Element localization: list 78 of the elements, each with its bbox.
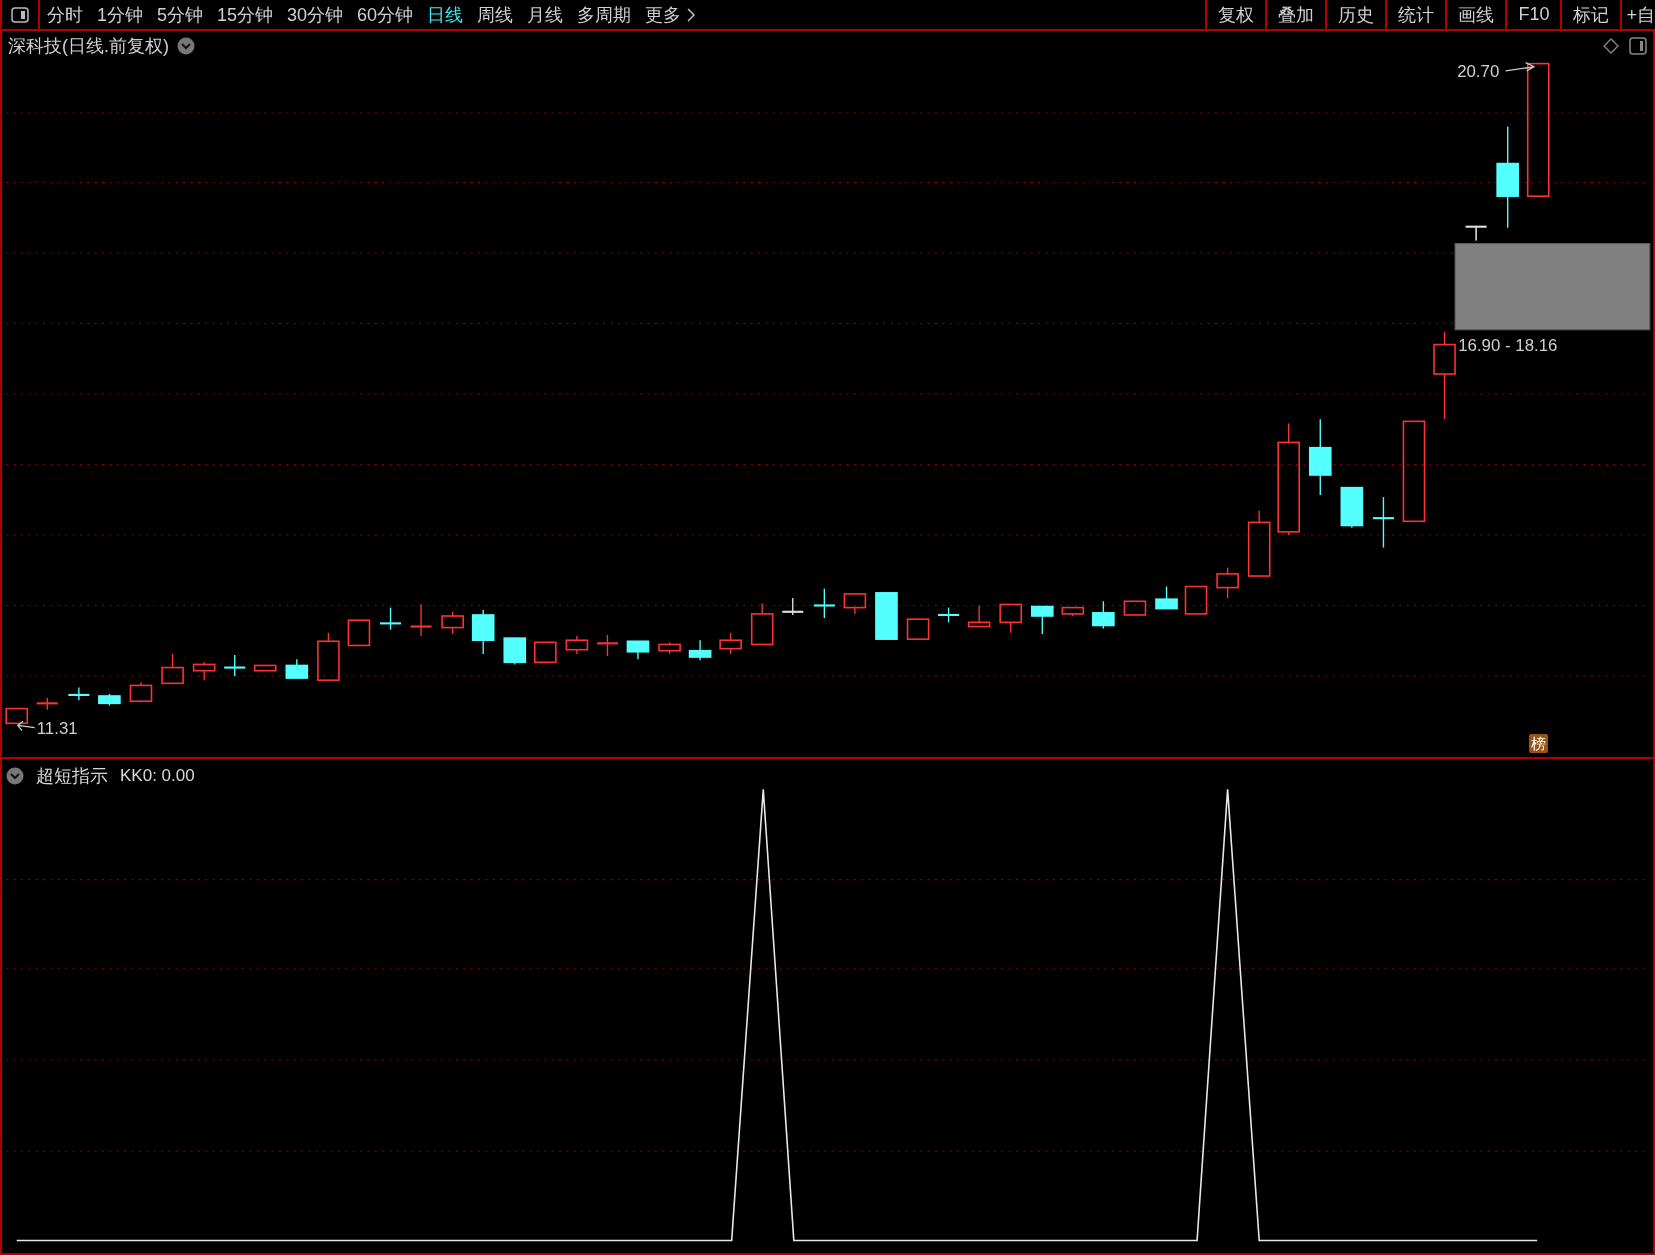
candlestick (192, 661, 216, 681)
candlestick (503, 637, 527, 666)
period-tab[interactable]: 5分钟 (150, 2, 211, 27)
candlestick (967, 604, 991, 628)
toolbar-button[interactable]: 叠加 (1265, 0, 1326, 29)
candlestick (1031, 605, 1054, 635)
period-tab[interactable]: 日线 (420, 2, 471, 27)
candlestick (1123, 600, 1147, 616)
candlestick (596, 634, 618, 657)
candlestick (1340, 486, 1364, 529)
arrow-icon (1504, 61, 1536, 72)
candlestick (1465, 225, 1487, 242)
candlestick (347, 619, 371, 647)
candlestick (938, 606, 960, 623)
candlestick (253, 664, 277, 672)
candlestick (285, 658, 309, 679)
toolbar-button[interactable]: 历史 (1325, 0, 1386, 29)
dropdown-icon[interactable] (177, 37, 195, 55)
candlestick (534, 641, 557, 664)
candlestick (224, 654, 246, 677)
period-tab[interactable]: 30分钟 (280, 2, 351, 27)
candlestick (565, 635, 589, 655)
candlestick (161, 653, 184, 685)
candlestick (1092, 600, 1115, 630)
period-tab[interactable]: 周线 (470, 2, 521, 27)
toolbar-button[interactable]: 复权 (1205, 0, 1266, 29)
period-tab[interactable]: 60分钟 (350, 2, 421, 27)
indicator-name: 超短指示 (36, 765, 108, 788)
candlestick (1216, 566, 1239, 599)
candlestick (719, 632, 742, 655)
more-button[interactable]: 更多 (638, 2, 703, 27)
candlestick (1184, 585, 1208, 615)
candlestick (1247, 510, 1271, 577)
candlestick (380, 606, 402, 631)
candlestick (5, 707, 29, 725)
candlestick (906, 618, 930, 640)
period-tab[interactable]: 分时 (40, 2, 90, 27)
candlestick (999, 603, 1023, 634)
candlestick (626, 640, 650, 660)
candlestick (471, 609, 495, 655)
indicator-value: KK0: 0.00 (120, 766, 195, 786)
candlestick (441, 611, 464, 635)
high-price-label: 20.70 (1457, 62, 1500, 82)
toolbar-button[interactable]: 统计 (1385, 0, 1446, 29)
candlestick (1061, 606, 1085, 617)
candlestick (813, 587, 835, 619)
candlestick (658, 641, 681, 655)
candlestick (1155, 585, 1178, 610)
period-tab[interactable]: 多周期 (570, 2, 639, 27)
price-range-label: 16.90 - 18.16 (1458, 335, 1558, 355)
candlestick (1372, 496, 1394, 549)
chart-title: 深科技(日线.前复权) (8, 35, 169, 58)
period-tab[interactable]: 15分钟 (210, 2, 281, 27)
toolbar-button[interactable]: +自 (1620, 0, 1655, 29)
candlestick (317, 632, 340, 681)
candlestick (36, 697, 58, 711)
dropdown-icon[interactable] (6, 767, 24, 785)
candlestick (129, 681, 153, 702)
panel-toggle-icon[interactable] (11, 6, 29, 23)
arrow-icon (16, 720, 36, 732)
candlestick (410, 603, 432, 637)
rank-badge[interactable]: 榜 (1529, 734, 1548, 753)
candlestick (98, 693, 121, 707)
candlestick (688, 639, 712, 661)
toolbar-button[interactable]: 标记 (1560, 0, 1621, 29)
toolbar-button[interactable]: F10 (1505, 0, 1561, 29)
candlestick (750, 602, 774, 646)
period-tab[interactable]: 1分钟 (90, 2, 150, 27)
candlestick (843, 593, 867, 615)
candlestick (875, 592, 898, 640)
candlestick (68, 686, 90, 701)
low-price-label: 11.31 (36, 718, 78, 738)
diamond-icon[interactable] (1603, 38, 1619, 54)
candlestick (782, 597, 804, 616)
chevron-icon (687, 7, 696, 22)
panel-toggle-icon[interactable] (1629, 37, 1647, 55)
toolbar-button[interactable]: 画线 (1445, 0, 1506, 29)
period-tab[interactable]: 月线 (520, 2, 571, 27)
